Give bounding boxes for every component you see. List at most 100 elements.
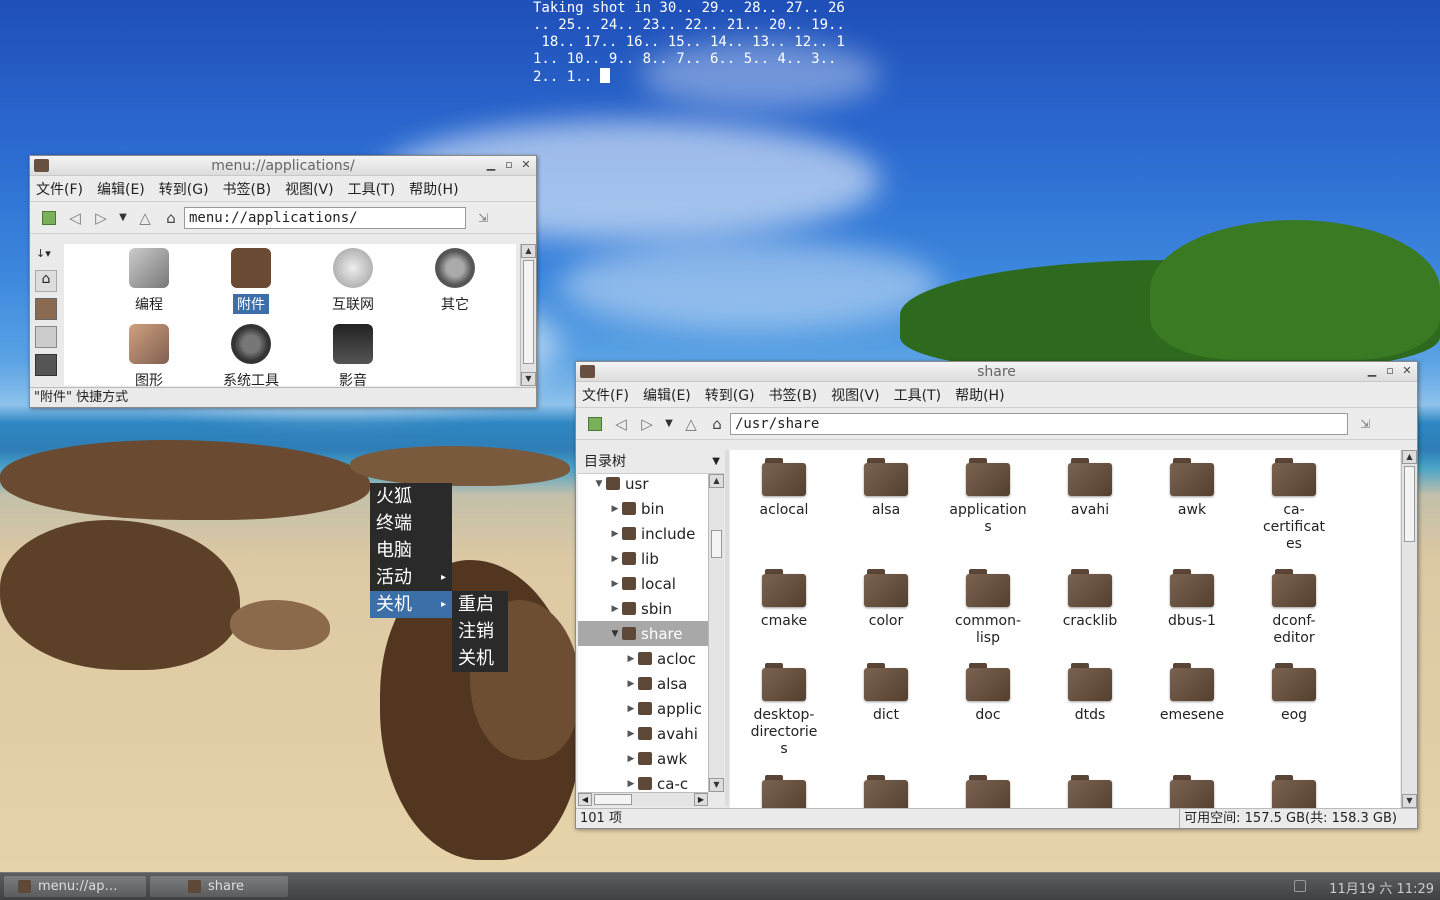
scroll-up-arrow[interactable]: ▲: [709, 474, 724, 488]
folder-item[interactable]: [836, 775, 936, 808]
expand-arrow-icon[interactable]: ▶: [608, 529, 622, 539]
scroll-up-arrow[interactable]: ▲: [1402, 450, 1417, 464]
expand-arrow-icon[interactable]: ▶: [608, 504, 622, 514]
app-accessories[interactable]: 附件: [206, 248, 296, 314]
menu-tools[interactable]: 工具(T): [894, 385, 941, 405]
clock[interactable]: 11月19 六 11:29: [1329, 878, 1434, 897]
menu-edit[interactable]: 编辑(E): [97, 179, 145, 199]
applications-window[interactable]: menu://applications/ ▁ ▫ ✕ 文件(F) 编辑(E) 转…: [29, 155, 537, 408]
menu-tools[interactable]: 工具(T): [348, 179, 395, 199]
scroll-left-arrow[interactable]: ◀: [578, 793, 592, 806]
side-panel-toggle[interactable]: ↓▾: [36, 247, 62, 260]
tree-item-ca-certificates[interactable]: ▶ ca-c: [578, 771, 689, 793]
scrollbar-thumb[interactable]: [594, 794, 632, 805]
tree-item-share[interactable]: ▼ share: [578, 621, 708, 646]
home-icon[interactable]: ⌂: [704, 412, 730, 436]
maximize-icon[interactable]: ▫: [502, 158, 516, 171]
pane-splitter[interactable]: [725, 450, 729, 806]
tree-header[interactable]: 目录树 ▼: [578, 450, 724, 474]
go-icon[interactable]: ⇲: [470, 206, 496, 230]
tree-item-avahi[interactable]: ▶ avahi: [578, 721, 698, 746]
tree-item-alsa[interactable]: ▶ alsa: [578, 671, 688, 696]
tree-item-local[interactable]: ▶ local: [578, 571, 676, 596]
menu-edit[interactable]: 编辑(E): [643, 385, 691, 405]
app-internet[interactable]: 互联网: [308, 248, 398, 314]
expand-arrow-icon[interactable]: ▶: [624, 704, 638, 714]
maximize-icon[interactable]: ▫: [1383, 364, 1397, 377]
minimize-icon[interactable]: ▁: [1365, 364, 1379, 377]
expand-arrow-icon[interactable]: ▶: [624, 729, 638, 739]
folder-item[interactable]: dbus-1: [1142, 569, 1242, 630]
up-icon[interactable]: △: [132, 206, 158, 230]
menu-bookmarks[interactable]: 书签(B): [769, 385, 818, 405]
collapse-arrow-icon[interactable]: ▼: [608, 629, 622, 639]
menu-item-terminal[interactable]: 终端: [370, 510, 452, 537]
folder-item[interactable]: [938, 775, 1038, 808]
menu-go[interactable]: 转到(G): [705, 385, 755, 405]
tray-icon[interactable]: [1294, 880, 1306, 892]
folder-item[interactable]: [734, 775, 834, 808]
menu-help[interactable]: 帮助(H): [409, 179, 458, 199]
folder-item[interactable]: ca- certificat es: [1244, 458, 1344, 553]
tree-header-dropdown-icon[interactable]: ▼: [712, 450, 720, 474]
forward-icon[interactable]: ▷: [88, 206, 114, 230]
scroll-down-arrow[interactable]: ▼: [521, 372, 536, 386]
tree-vertical-scrollbar[interactable]: ▲ ▼: [708, 474, 724, 792]
app-graphics[interactable]: 图形: [104, 324, 194, 390]
expand-arrow-icon[interactable]: ▶: [608, 604, 622, 614]
folder-item[interactable]: eog: [1244, 663, 1344, 724]
window-titlebar[interactable]: share ▁ ▫ ✕: [576, 362, 1417, 382]
window-titlebar[interactable]: menu://applications/ ▁ ▫ ✕: [30, 156, 536, 176]
back-icon[interactable]: ◁: [608, 412, 634, 436]
folder-item[interactable]: emesene: [1142, 663, 1242, 724]
menu-help[interactable]: 帮助(H): [955, 385, 1004, 405]
folder-item[interactable]: dconf- editor: [1244, 569, 1344, 647]
menu-item-poweroff[interactable]: 关机: [452, 645, 508, 672]
menu-item-firefox[interactable]: 火狐: [370, 483, 452, 510]
up-icon[interactable]: △: [678, 412, 704, 436]
folder-item[interactable]: aclocal: [734, 458, 834, 519]
history-dropdown-icon[interactable]: ▼: [660, 412, 678, 436]
app-multimedia[interactable]: 影音: [308, 324, 398, 390]
folder-item[interactable]: alsa: [836, 458, 936, 519]
folder-item[interactable]: doc: [938, 663, 1038, 724]
menu-item-shutdown[interactable]: 关机 ▸: [370, 591, 452, 618]
scrollbar-thumb[interactable]: [711, 530, 722, 558]
address-bar[interactable]: /usr/share: [730, 412, 1348, 435]
trash-place-icon[interactable]: [35, 298, 57, 320]
folder-item[interactable]: avahi: [1040, 458, 1140, 519]
folder-item[interactable]: dtds: [1040, 663, 1140, 724]
file-vertical-scrollbar[interactable]: ▲ ▼: [1401, 450, 1417, 808]
close-icon[interactable]: ✕: [1400, 364, 1414, 377]
new-tab-icon[interactable]: [582, 412, 608, 436]
back-icon[interactable]: ◁: [62, 206, 88, 230]
folder-item[interactable]: [1040, 775, 1140, 808]
scrollbar-thumb[interactable]: [523, 260, 534, 364]
folder-item[interactable]: common- lisp: [938, 569, 1038, 647]
expand-arrow-icon[interactable]: ▶: [624, 679, 638, 689]
folder-item[interactable]: dict: [836, 663, 936, 724]
minimize-icon[interactable]: ▁: [484, 158, 498, 171]
scroll-up-arrow[interactable]: ▲: [521, 244, 536, 258]
task-share[interactable]: share: [150, 876, 288, 897]
applications-place-icon[interactable]: [35, 354, 57, 376]
tree-item-aclocal[interactable]: ▶ acloc: [578, 646, 697, 671]
folder-item[interactable]: color: [836, 569, 936, 630]
app-programming[interactable]: 编程: [104, 248, 194, 314]
tree-horizontal-scrollbar[interactable]: ◀ ▶: [578, 792, 708, 806]
expand-arrow-icon[interactable]: ▶: [624, 779, 638, 789]
new-tab-icon[interactable]: [36, 206, 62, 230]
bin-place-icon[interactable]: [35, 326, 57, 348]
tree-item-usr[interactable]: ▼ usr: [578, 474, 649, 496]
tree-item-sbin[interactable]: ▶ sbin: [578, 596, 672, 621]
expand-arrow-icon[interactable]: ▶: [608, 579, 622, 589]
collapse-arrow-icon[interactable]: ▼: [592, 479, 606, 489]
tree-item-applications[interactable]: ▶ applic: [578, 696, 702, 721]
app-system-tools[interactable]: 系统工具: [206, 324, 296, 390]
forward-icon[interactable]: ▷: [634, 412, 660, 436]
tree-item-bin[interactable]: ▶ bin: [578, 496, 665, 521]
history-dropdown-icon[interactable]: ▼: [114, 206, 132, 230]
scroll-down-arrow[interactable]: ▼: [1402, 794, 1417, 808]
address-bar[interactable]: menu://applications/: [184, 206, 466, 229]
app-other[interactable]: 其它: [410, 248, 500, 314]
